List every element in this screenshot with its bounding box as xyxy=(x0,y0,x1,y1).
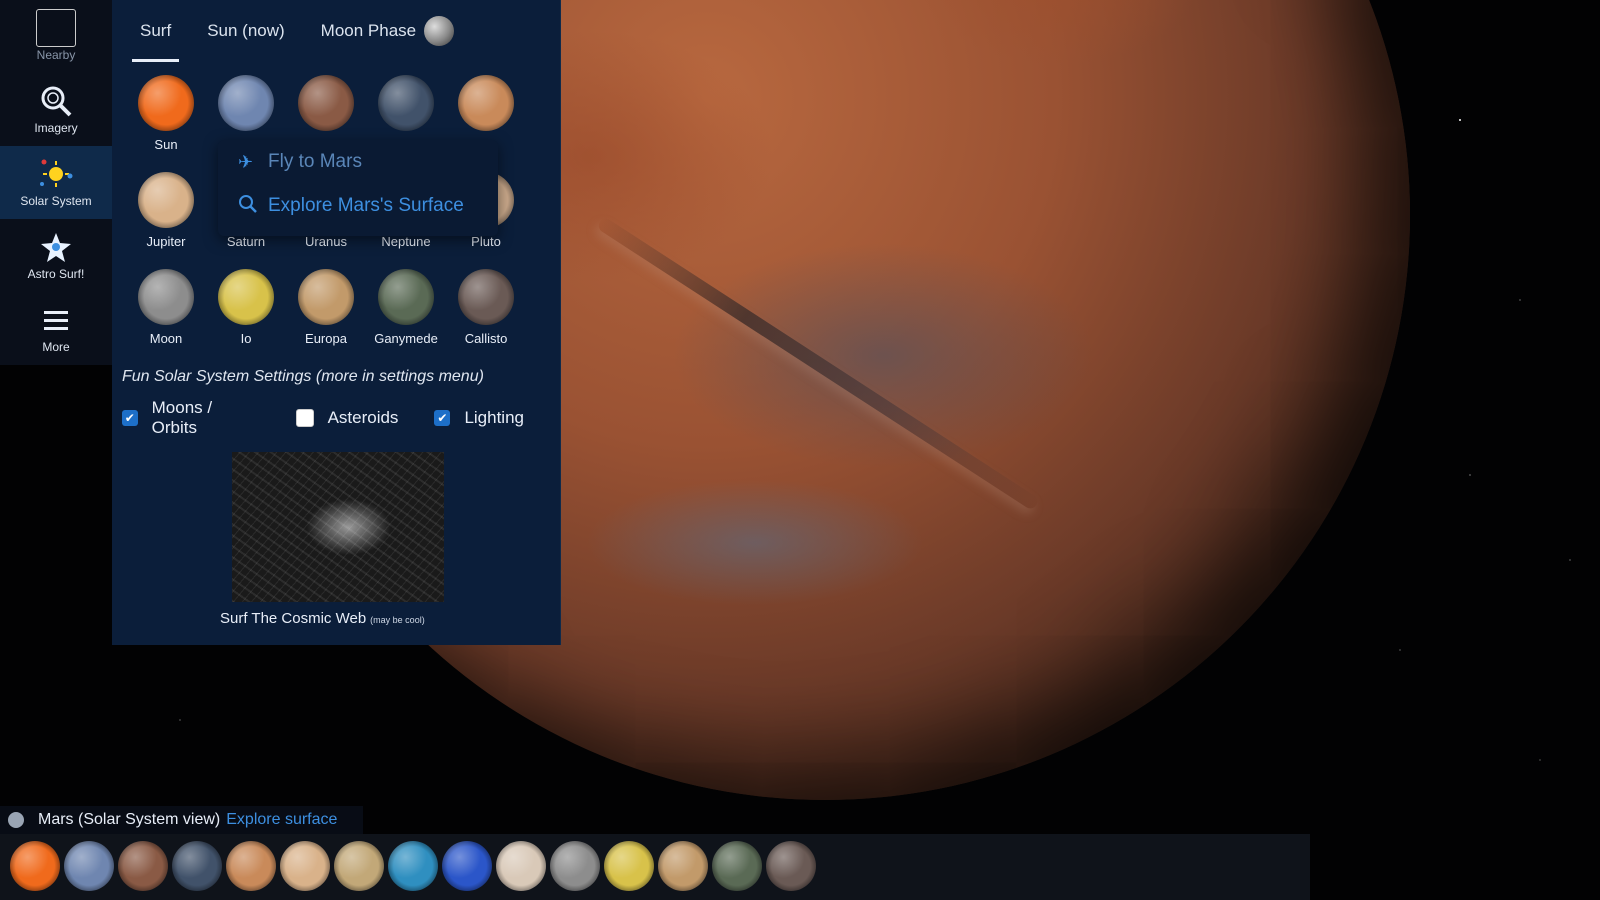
moon-thumbnail xyxy=(458,269,514,325)
nav-item-astro-surf[interactable]: Astro Surf! xyxy=(0,219,112,292)
strip-earth[interactable] xyxy=(172,841,222,891)
lighting-checkbox[interactable]: ✔ Lighting xyxy=(434,408,524,428)
body-earth[interactable] xyxy=(366,75,446,131)
fly-label: Fly to Mars xyxy=(268,151,362,172)
checkbox-checked-icon: ✔ xyxy=(434,410,451,426)
settings-title: Fun Solar System Settings (more in setti… xyxy=(122,368,484,385)
nav-label: Nearby xyxy=(36,48,76,62)
body-callisto[interactable]: Callisto xyxy=(446,269,526,346)
moon-thumbnail xyxy=(378,269,434,325)
explore-surface-link[interactable]: Explore surface xyxy=(226,811,337,829)
body-ganymede[interactable]: Ganymede xyxy=(366,269,446,346)
checkbox-label: Asteroids xyxy=(327,408,399,427)
moon-thumbnail xyxy=(138,269,194,325)
strip-venus[interactable] xyxy=(118,841,168,891)
strip-callisto[interactable] xyxy=(766,841,816,891)
body-sun[interactable]: Sun xyxy=(126,75,206,152)
body-label: Europa xyxy=(305,331,347,346)
body-label: Io xyxy=(240,331,252,346)
cosmic-web-thumbnail[interactable] xyxy=(232,452,444,602)
solar-system-panel: Surf Sun (now) Moon Phase Sun Jupiter Sa… xyxy=(112,0,561,645)
asteroids-checkbox[interactable]: Asteroids xyxy=(295,408,399,428)
body-label: Ganymede xyxy=(374,331,438,346)
fly-icon: ✈ xyxy=(238,151,254,172)
body-mars[interactable] xyxy=(446,75,526,131)
strip-mercury[interactable] xyxy=(64,841,114,891)
side-nav: Nearby Imagery Solar System Astro Surf! … xyxy=(0,0,112,365)
nav-label: Solar System xyxy=(20,194,92,208)
strip-io[interactable] xyxy=(604,841,654,891)
strip-moon[interactable] xyxy=(550,841,600,891)
checkbox-checked-icon: ✔ xyxy=(122,410,138,426)
strip-pluto[interactable] xyxy=(496,841,546,891)
nav-item-more[interactable]: More xyxy=(0,292,112,365)
nav-label: More xyxy=(42,340,70,354)
imagery-icon xyxy=(36,84,76,118)
tab-surf[interactable]: Surf xyxy=(122,0,189,62)
planet-thumbnail xyxy=(138,172,194,228)
body-strip xyxy=(0,834,1310,900)
strip-sun[interactable] xyxy=(10,841,60,891)
strip-saturn[interactable] xyxy=(334,841,384,891)
body-venus[interactable] xyxy=(286,75,366,131)
mars-context-menu: ✈ Fly to Mars Explore Mars's Surface xyxy=(218,140,498,236)
body-label: Jupiter xyxy=(146,234,186,249)
nav-label: Imagery xyxy=(34,121,78,135)
nav-item-nearby[interactable]: Nearby xyxy=(0,0,112,73)
nearby-icon xyxy=(36,9,76,47)
strip-neptune[interactable] xyxy=(442,841,492,891)
cosmic-web-label: Surf The Cosmic Web xyxy=(220,610,367,627)
fly-to-mars-item[interactable]: ✈ Fly to Mars xyxy=(218,140,498,184)
settings-checks: ✔ Moons / Orbits Asteroids ✔ Lighting xyxy=(122,398,560,438)
strip-europa[interactable] xyxy=(658,841,708,891)
moon-thumbnail xyxy=(298,269,354,325)
moons-orbits-checkbox[interactable]: ✔ Moons / Orbits xyxy=(122,398,260,438)
checkbox-unchecked-icon xyxy=(295,409,314,427)
strip-uranus[interactable] xyxy=(388,841,438,891)
body-label: Pluto xyxy=(471,234,501,249)
moon-phase-icon xyxy=(424,16,455,46)
explore-label: Explore Mars's Surface xyxy=(268,195,464,216)
tab-moon-phase[interactable]: Moon Phase xyxy=(303,0,472,62)
body-label: Uranus xyxy=(305,234,347,249)
body-label: Sun xyxy=(154,137,178,152)
body-jupiter[interactable]: Jupiter xyxy=(126,172,206,249)
planet-thumbnail xyxy=(298,75,354,131)
cosmic-web-note: (may be cool) xyxy=(370,615,425,625)
nav-item-solar-system[interactable]: Solar System xyxy=(0,146,112,219)
solar-system-icon xyxy=(36,157,76,191)
selection-text: Mars (Solar System view) xyxy=(38,811,221,828)
strip-mars[interactable] xyxy=(226,841,276,891)
planet-thumbnail xyxy=(378,75,434,131)
search-icon xyxy=(238,194,262,219)
tab-sun-now[interactable]: Sun (now) xyxy=(189,0,302,62)
checkbox-label: Lighting xyxy=(464,408,524,427)
nav-label: Astro Surf! xyxy=(27,267,85,281)
cosmic-web-caption[interactable]: Surf The Cosmic Web (may be cool) xyxy=(220,610,425,627)
body-label: Saturn xyxy=(226,234,266,249)
body-mercury[interactable] xyxy=(206,75,286,131)
nav-item-imagery[interactable]: Imagery xyxy=(0,73,112,146)
body-europa[interactable]: Europa xyxy=(286,269,366,346)
checkbox-label: Moons / Orbits xyxy=(151,398,213,437)
planet-thumbnail xyxy=(218,75,274,131)
strip-ganymede[interactable] xyxy=(712,841,762,891)
astro-surf-icon xyxy=(36,230,76,264)
strip-jupiter[interactable] xyxy=(280,841,330,891)
sun-thumbnail xyxy=(138,75,194,131)
body-label: Moon xyxy=(149,331,183,346)
selection-info-bar: Mars (Solar System view) Explore surface xyxy=(0,806,364,834)
body-label: Callisto xyxy=(464,331,508,346)
moon-thumbnail xyxy=(218,269,274,325)
panel-tabs: Surf Sun (now) Moon Phase xyxy=(112,0,560,62)
body-label: Neptune xyxy=(381,234,431,249)
info-icon xyxy=(8,812,24,828)
planet-thumbnail xyxy=(458,75,514,131)
body-moon[interactable]: Moon xyxy=(126,269,206,346)
body-io[interactable]: Io xyxy=(206,269,286,346)
menu-icon xyxy=(36,303,76,337)
explore-surface-item[interactable]: Explore Mars's Surface xyxy=(218,184,498,228)
tab-label: Moon Phase xyxy=(320,21,417,40)
